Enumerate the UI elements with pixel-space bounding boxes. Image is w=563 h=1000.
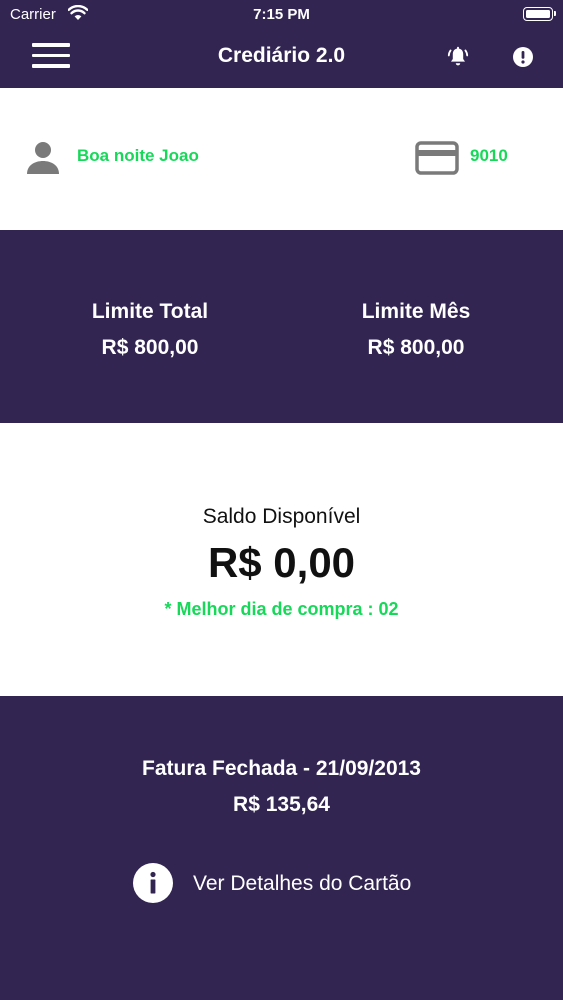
- bell-icon[interactable]: [446, 45, 470, 69]
- limits-section: Limite Total R$ 800,00 Limite Mês R$ 800…: [0, 230, 563, 423]
- month-limit-value: R$ 800,00: [367, 336, 465, 359]
- total-limit-label: Limite Total: [91, 300, 209, 323]
- card-details-label: Ver Detalhes do Cartão: [193, 872, 412, 895]
- alert-icon[interactable]: [512, 46, 534, 68]
- total-limit-value: R$ 800,00: [101, 336, 199, 359]
- card-details-button[interactable]: Ver Detalhes do Cartão: [132, 862, 452, 906]
- invoice-title: Fatura Fechada - 21/09/2013: [142, 757, 421, 780]
- user-info-section: Boa noite Joao 9010: [0, 88, 563, 230]
- invoice-section: Fatura Fechada - 21/09/2013 R$ 135,64 Ve…: [0, 696, 563, 1000]
- card-number: 9010: [470, 146, 508, 165]
- best-purchase-day: * Melhor dia de compra : 02: [164, 599, 399, 619]
- month-limit: Limite Mês R$ 800,00: [316, 300, 516, 360]
- balance-label: Saldo Disponível: [202, 505, 361, 528]
- invoice-value: R$ 135,64: [233, 793, 330, 816]
- balance-section: Saldo Disponível R$ 0,00 * Melhor dia de…: [0, 423, 563, 696]
- balance-value: R$ 0,00: [207, 539, 356, 586]
- page-title: Crediário 2.0: [217, 44, 346, 67]
- top-bar: Carrier 7:15 PM Crediário 2.0: [0, 0, 563, 88]
- status-time: 7:15 PM: [253, 6, 310, 23]
- info-icon: [132, 862, 174, 904]
- user-icon: [25, 140, 61, 181]
- battery-icon: [523, 7, 556, 21]
- month-limit-label: Limite Mês: [361, 300, 471, 323]
- credit-card-icon: [415, 140, 459, 181]
- total-limit: Limite Total R$ 800,00: [50, 300, 250, 360]
- status-bar: Carrier 7:15 PM: [0, 0, 563, 30]
- greeting-text: Boa noite Joao: [77, 146, 199, 165]
